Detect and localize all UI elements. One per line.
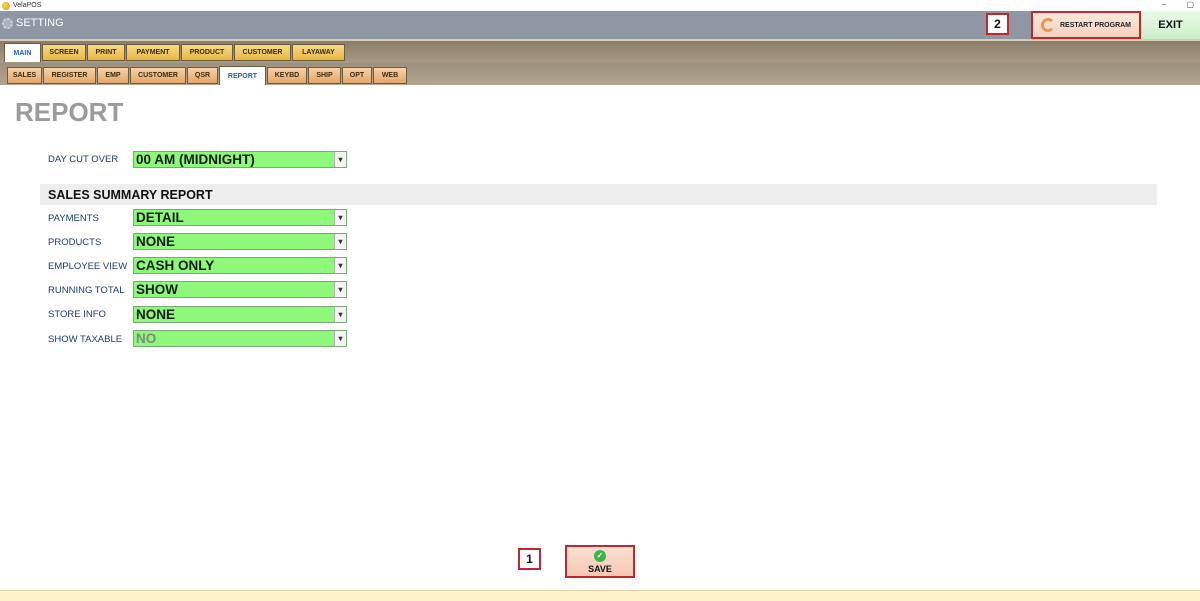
- save-label: SAVE: [588, 563, 612, 574]
- products-label: PRODUCTS: [48, 237, 102, 248]
- app-name: VelaPOS: [13, 2, 42, 9]
- header-title: SETTING: [16, 17, 64, 29]
- employee-view-label: EMPLOYEE VIEW: [48, 261, 128, 272]
- report-settings-panel: REPORT DAY CUT OVER 00 AM (MIDNIGHT) ▾ S…: [0, 85, 1200, 590]
- chevron-down-icon[interactable]: ▾: [334, 234, 346, 249]
- chevron-down-icon[interactable]: ▾: [334, 331, 346, 346]
- subtab-sales[interactable]: SALES: [7, 67, 42, 84]
- chevron-down-icon[interactable]: ▾: [334, 152, 346, 167]
- subtab-customer[interactable]: CUSTOMER: [130, 67, 186, 84]
- velapos-window: VelaPOS – ▢ SETTING 2 RESTART PROGRAM EX…: [0, 0, 1200, 601]
- subtab-emp[interactable]: EMP: [97, 67, 129, 84]
- tab-layaway[interactable]: LAYAWAY: [292, 44, 345, 61]
- check-icon: ✓: [594, 549, 606, 562]
- day-cut-over-label: DAY CUT OVER: [48, 154, 119, 165]
- window-controls: – ▢: [1162, 0, 1194, 11]
- tab-customer[interactable]: CUSTOMER: [234, 44, 291, 61]
- os-title-bar: VelaPOS – ▢: [0, 0, 1200, 11]
- subtab-register[interactable]: REGISTER: [43, 67, 96, 84]
- subtab-web[interactable]: WEB: [373, 67, 407, 84]
- chevron-down-icon[interactable]: ▾: [334, 210, 346, 225]
- restart-program-button[interactable]: RESTART PROGRAM: [1031, 11, 1141, 39]
- app-header: SETTING: [0, 11, 1200, 39]
- sales-summary-section: SALES SUMMARY REPORT: [40, 184, 1157, 205]
- save-button[interactable]: ✓ SAVE: [565, 545, 635, 578]
- employee-view-value: CASH ONLY: [136, 258, 215, 273]
- products-select[interactable]: NONE ▾: [133, 233, 347, 250]
- chevron-down-icon[interactable]: ▾: [334, 282, 346, 297]
- main-tab-strip: [0, 39, 1200, 63]
- maximize-button[interactable]: ▢: [1186, 0, 1194, 11]
- payments-label: PAYMENTS: [48, 213, 99, 224]
- callout-2: 2: [986, 13, 1009, 35]
- restart-label: RESTART PROGRAM: [1059, 21, 1132, 29]
- gear-icon: [2, 17, 13, 29]
- tab-payment[interactable]: PAYMENT: [126, 44, 180, 61]
- footer-bar: [0, 590, 1200, 601]
- subtab-report[interactable]: REPORT: [219, 66, 266, 85]
- day-cut-over-value: 00 AM (MIDNIGHT): [136, 152, 255, 167]
- store-info-value: NONE: [136, 307, 176, 322]
- tab-product[interactable]: PRODUCT: [181, 44, 233, 61]
- subtab-opt[interactable]: OPT: [342, 67, 372, 84]
- app-logo-icon: [2, 1, 10, 10]
- payments-select[interactable]: DETAIL ▾: [133, 209, 347, 226]
- restart-icon: [1040, 18, 1055, 32]
- chevron-down-icon[interactable]: ▾: [334, 258, 346, 273]
- section-title: SALES SUMMARY REPORT: [48, 188, 213, 202]
- page-title: REPORT: [15, 97, 124, 127]
- subtab-ship[interactable]: SHIP: [308, 67, 341, 84]
- payments-value: DETAIL: [136, 210, 184, 225]
- show-taxable-label: SHOW TAXABLE: [48, 334, 123, 345]
- subtab-keybd[interactable]: KEYBD: [267, 67, 307, 84]
- tab-screen[interactable]: SCREEN: [42, 44, 86, 61]
- store-info-label: STORE INFO: [48, 309, 106, 320]
- products-value: NONE: [136, 234, 176, 249]
- show-taxable-select[interactable]: NO ▾: [133, 330, 347, 347]
- store-info-select[interactable]: NONE ▾: [133, 306, 347, 323]
- show-taxable-value: NO: [136, 331, 157, 346]
- tab-main[interactable]: MAIN: [4, 43, 41, 62]
- exit-button[interactable]: EXIT: [1141, 11, 1200, 39]
- running-total-value: SHOW: [136, 282, 178, 297]
- running-total-label: RUNNING TOTAL: [48, 285, 125, 296]
- minimize-button[interactable]: –: [1162, 0, 1166, 11]
- running-total-select[interactable]: SHOW ▾: [133, 281, 347, 298]
- callout-1: 1: [518, 548, 541, 570]
- setting-title: SETTING: [2, 17, 64, 29]
- subtab-qsr[interactable]: QSR: [187, 67, 218, 84]
- day-cut-over-select[interactable]: 00 AM (MIDNIGHT) ▾: [133, 151, 347, 168]
- tab-print[interactable]: PRINT: [87, 44, 125, 61]
- chevron-down-icon[interactable]: ▾: [334, 307, 346, 322]
- employee-view-select[interactable]: CASH ONLY ▾: [133, 257, 347, 274]
